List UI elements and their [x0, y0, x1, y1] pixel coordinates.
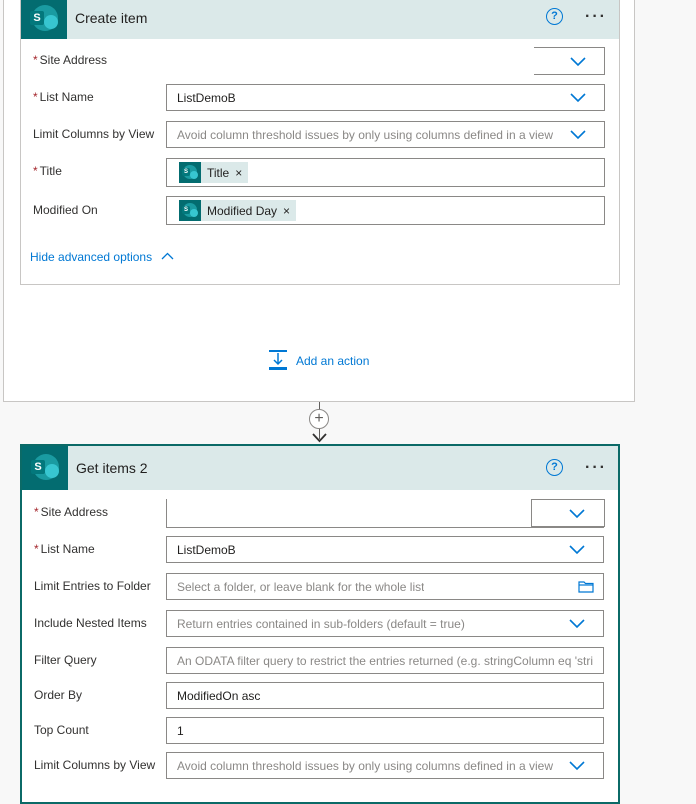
chevron-down-icon [570, 93, 586, 103]
add-action-label: Add an action [296, 354, 370, 368]
include-nested-label: Include Nested Items [34, 616, 147, 630]
top-count-input[interactable]: 1 [166, 717, 604, 744]
create-item-title: Create item [75, 10, 148, 26]
title-token[interactable]: S Title × [179, 162, 249, 183]
top-count-label: Top Count [34, 723, 89, 737]
token-label: Modified Day [207, 203, 278, 218]
folder-icon[interactable] [578, 580, 594, 593]
chevron-down-icon [569, 619, 585, 629]
help-icon[interactable]: ? [546, 459, 563, 476]
add-action-icon [268, 349, 288, 371]
limit-columns-placeholder: Avoid column threshold issues by only us… [177, 128, 553, 142]
chevron-down-icon [570, 57, 586, 67]
sharepoint-icon: S [21, 0, 67, 39]
title-input[interactable]: S Title × [166, 158, 605, 187]
order-by-label: Order By [34, 688, 83, 702]
limit-columns-dropdown[interactable]: Avoid column threshold issues by only us… [166, 121, 605, 148]
limit-entries-input[interactable]: Select a folder, or leave blank for the … [166, 573, 604, 600]
limit-columns-dropdown[interactable]: Avoid column threshold issues by only us… [166, 752, 604, 779]
limit-columns-label: Limit Columns by View [34, 758, 156, 772]
modified-day-token[interactable]: S Modified Day × [179, 200, 297, 221]
sharepoint-icon: S [179, 162, 201, 183]
more-icon[interactable]: ··· [585, 9, 607, 25]
remove-token-icon[interactable]: × [283, 204, 296, 218]
get-items-title: Get items 2 [76, 460, 148, 476]
list-name-dropdown[interactable]: ListDemoB [166, 536, 604, 563]
help-icon[interactable]: ? [546, 8, 563, 25]
hide-advanced-options-link[interactable]: Hide advanced options [30, 249, 174, 264]
site-address-dropdown[interactable] [166, 499, 605, 528]
chevron-down-icon [570, 130, 586, 140]
top-count-value: 1 [177, 724, 184, 738]
chevron-down-icon [569, 509, 585, 519]
more-icon[interactable]: ··· [585, 460, 607, 476]
limit-columns-placeholder: Avoid column threshold issues by only us… [177, 759, 553, 773]
remove-token-icon[interactable]: × [235, 166, 248, 180]
filter-query-placeholder: An ODATA filter query to restrict the en… [177, 654, 594, 668]
create-item-header[interactable]: S Create item ? ··· [21, 0, 619, 39]
chevron-down-icon [569, 545, 585, 555]
limit-columns-label: Limit Columns by View [33, 127, 155, 141]
chevron-down-icon [569, 761, 585, 771]
filter-query-input[interactable]: An ODATA filter query to restrict the en… [166, 647, 604, 674]
list-name-value: ListDemoB [177, 91, 236, 105]
title-label: * Title [33, 164, 62, 178]
chevron-up-icon [161, 249, 174, 263]
list-name-dropdown[interactable]: ListDemoB [166, 84, 605, 111]
list-name-label: * List Name [34, 542, 95, 556]
modified-on-label: Modified On [33, 203, 98, 217]
create-item-card: S Create item ? ··· * Site Address * List … [20, 0, 620, 285]
modified-on-input[interactable]: S Modified Day × [166, 196, 605, 225]
get-items-header[interactable]: S Get items 2 ? ··· [22, 446, 618, 490]
include-nested-dropdown[interactable]: Return entries contained in sub-folders … [166, 610, 604, 637]
site-address-dropdown[interactable] [534, 47, 605, 75]
include-nested-placeholder: Return entries contained in sub-folders … [177, 617, 465, 631]
sharepoint-icon: S [22, 446, 68, 490]
arrow-down-icon [312, 431, 327, 443]
get-items-card: S Get items 2 ? ··· * Site Address * List … [20, 444, 620, 804]
order-by-value: ModifiedOn asc [177, 689, 261, 703]
site-address-label: * Site Address [34, 505, 109, 519]
list-name-label: * List Name [33, 90, 94, 104]
token-label: Title [207, 165, 230, 180]
sharepoint-icon: S [179, 200, 201, 221]
plus-icon[interactable]: + [309, 409, 329, 429]
site-address-label: * Site Address [33, 53, 108, 67]
list-name-value: ListDemoB [177, 543, 236, 557]
order-by-input[interactable]: ModifiedOn asc [166, 682, 604, 709]
limit-entries-placeholder: Select a folder, or leave blank for the … [177, 580, 425, 594]
limit-entries-label: Limit Entries to Folder [34, 579, 151, 593]
filter-query-label: Filter Query [34, 653, 97, 667]
